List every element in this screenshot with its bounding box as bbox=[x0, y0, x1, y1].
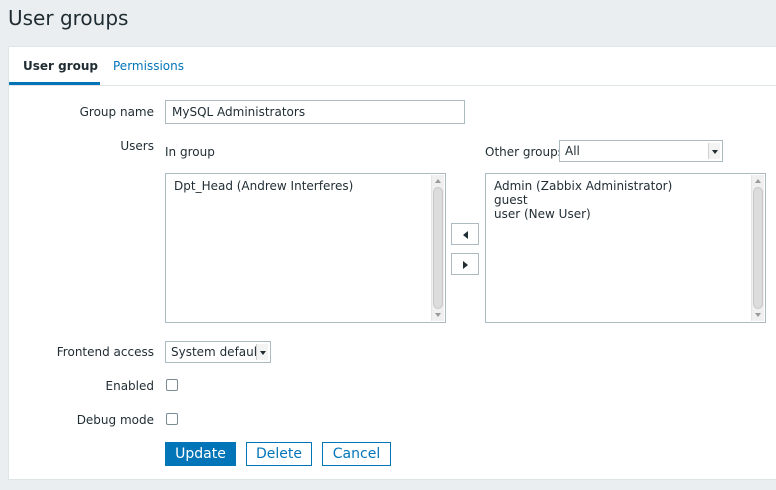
in-group-item[interactable]: Dpt_Head (Andrew Interferes) bbox=[174, 179, 353, 193]
enabled-label: Enabled bbox=[105, 379, 155, 393]
arrow-left-icon bbox=[463, 231, 468, 239]
page-title: User groups bbox=[8, 6, 129, 30]
move-to-group-button[interactable] bbox=[451, 223, 479, 245]
chevron-down-icon bbox=[256, 344, 268, 360]
in-group-listbox[interactable]: Dpt_Head (Andrew Interferes) bbox=[165, 173, 446, 323]
group-name-input[interactable] bbox=[165, 100, 465, 124]
debug-mode-checkbox[interactable] bbox=[166, 413, 178, 425]
other-groups-select-value: All bbox=[565, 144, 580, 158]
scroll-down-icon[interactable] bbox=[755, 313, 761, 317]
other-groups-label: Other groups bbox=[485, 145, 564, 159]
scrollbar-thumb[interactable] bbox=[753, 187, 763, 309]
delete-button[interactable]: Delete bbox=[246, 442, 312, 466]
in-group-scrollbar[interactable] bbox=[431, 175, 444, 321]
other-group-item[interactable]: Admin (Zabbix Administrator) bbox=[494, 179, 672, 193]
scroll-up-icon[interactable] bbox=[435, 179, 441, 183]
other-groups-listbox[interactable]: Admin (Zabbix Administrator) guest user … bbox=[485, 173, 766, 323]
arrow-right-icon bbox=[463, 261, 468, 269]
user-group-form-panel: User group Permissions Group name Users … bbox=[8, 46, 776, 480]
cancel-button[interactable]: Cancel bbox=[322, 442, 391, 466]
chevron-down-icon bbox=[708, 143, 720, 159]
scroll-up-icon[interactable] bbox=[755, 179, 761, 183]
debug-mode-label: Debug mode bbox=[76, 413, 154, 427]
scrollbar-thumb[interactable] bbox=[433, 187, 443, 309]
tab-bar: User group Permissions bbox=[9, 47, 776, 86]
frontend-access-select-value: System default bbox=[171, 345, 262, 359]
frontend-access-select[interactable]: System default bbox=[165, 341, 271, 363]
tab-user-group[interactable]: User group bbox=[23, 59, 98, 73]
remove-from-group-button[interactable] bbox=[451, 253, 479, 275]
tab-permissions[interactable]: Permissions bbox=[113, 59, 184, 73]
enabled-checkbox[interactable] bbox=[166, 379, 178, 391]
other-group-item[interactable]: guest bbox=[494, 193, 672, 207]
scroll-down-icon[interactable] bbox=[435, 313, 441, 317]
frontend-access-label: Frontend access bbox=[56, 345, 154, 359]
update-button[interactable]: Update bbox=[165, 442, 236, 466]
other-groups-select[interactable]: All bbox=[559, 140, 723, 162]
other-groups-scrollbar[interactable] bbox=[751, 175, 764, 321]
in-group-label: In group bbox=[165, 145, 215, 159]
group-name-label: Group name bbox=[79, 105, 154, 119]
active-tab-indicator bbox=[9, 82, 100, 85]
other-group-item[interactable]: user (New User) bbox=[494, 207, 672, 221]
users-label: Users bbox=[120, 139, 154, 153]
